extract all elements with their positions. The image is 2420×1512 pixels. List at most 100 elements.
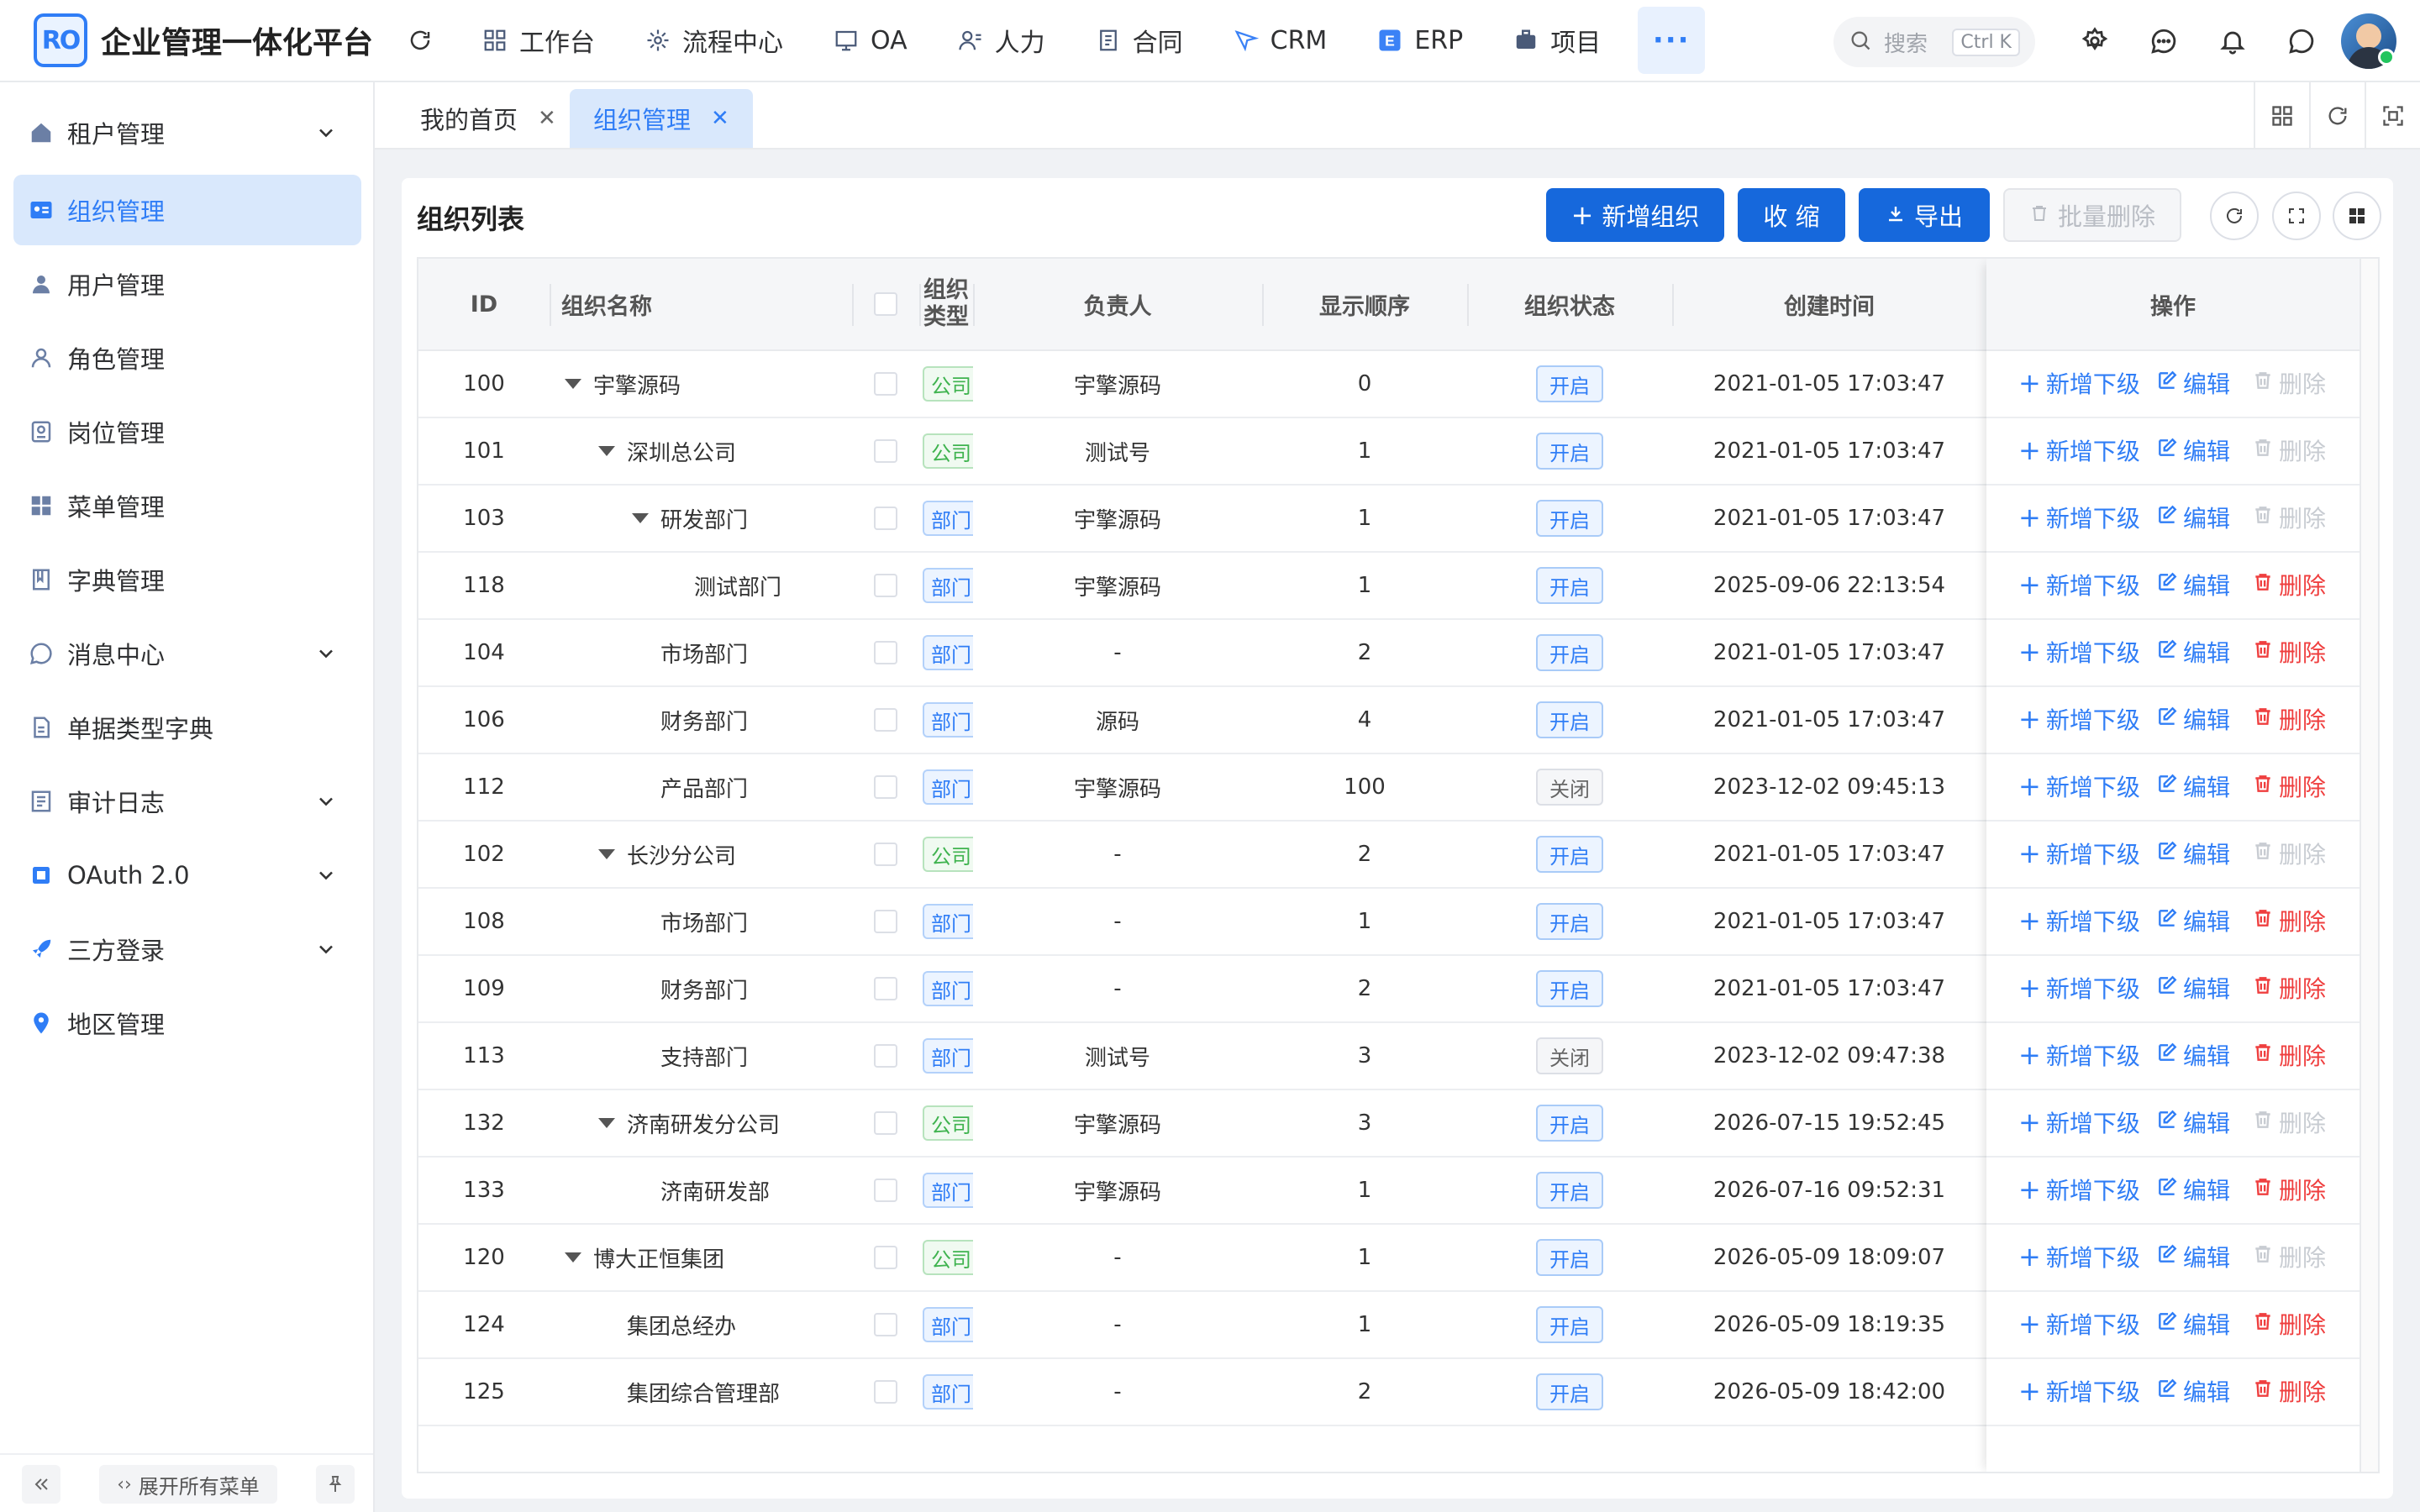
edit-button[interactable]: 编辑 xyxy=(2156,1038,2230,1072)
delete-button[interactable]: 删除 xyxy=(2252,433,2326,467)
delete-button[interactable]: 删除 xyxy=(2252,769,2326,803)
reload-icon[interactable] xyxy=(2309,82,2365,150)
sidebar-item-document-type[interactable]: 单据类型字典 xyxy=(13,692,361,763)
topnav-item-workflow[interactable]: 流程中心 xyxy=(620,7,808,74)
tree-expand-arrow-icon[interactable] xyxy=(632,513,649,523)
table-row[interactable]: 109 财务部门 部门 - 2 开启 2021-01-05 17:03:47 + 新增下级 编辑 删… xyxy=(418,956,2378,1023)
add-child-button[interactable]: + 新增下级 xyxy=(2018,1240,2140,1273)
sidebar-item-tenant[interactable]: 租户管理 xyxy=(13,97,361,168)
delete-button[interactable]: 删除 xyxy=(2252,904,2326,937)
edit-button[interactable]: 编辑 xyxy=(2156,635,2230,669)
table-row[interactable]: 132 济南研发分公司 公司 宇擎源码 3 开启 2026-07-15 19:52:45 + 新… xyxy=(418,1090,2378,1158)
more-apps-button[interactable]: ··· xyxy=(1638,7,1706,74)
table-row[interactable]: 103 研发部门 部门 宇擎源码 1 开启 2021-01-05 17:03:47 + 新增下级… xyxy=(418,486,2378,553)
sidebar-item-audit-log[interactable]: 审计日志 xyxy=(13,766,361,837)
message-circle-icon[interactable] xyxy=(2281,20,2323,62)
edit-button[interactable]: 编辑 xyxy=(2156,366,2230,400)
row-checkbox[interactable] xyxy=(852,822,919,887)
add-child-button[interactable]: + 新增下级 xyxy=(2018,501,2140,534)
edit-button[interactable]: 编辑 xyxy=(2156,568,2230,601)
col-id[interactable]: ID xyxy=(418,259,550,349)
delete-button[interactable]: 删除 xyxy=(2252,702,2326,736)
add-child-button[interactable]: + 新增下级 xyxy=(2018,1105,2140,1139)
add-child-button[interactable]: + 新增下级 xyxy=(2018,971,2140,1005)
edit-button[interactable]: 编辑 xyxy=(2156,1105,2230,1139)
add-child-button[interactable]: + 新增下级 xyxy=(2018,1307,2140,1341)
delete-button[interactable]: 删除 xyxy=(2252,366,2326,400)
topnav-item-dashboard[interactable]: 工作台 xyxy=(457,7,620,74)
delete-button[interactable]: 删除 xyxy=(2252,1173,2326,1206)
row-checkbox[interactable] xyxy=(852,486,919,551)
sidebar-item-location-pin[interactable]: 地区管理 xyxy=(13,988,361,1058)
add-child-button[interactable]: + 新增下级 xyxy=(2018,635,2140,669)
sidebar-item-message[interactable]: 消息中心 xyxy=(13,618,361,689)
table-row[interactable]: 118 测试部门 部门 宇擎源码 1 开启 2025-09-06 22:13:54 + 新增下级… xyxy=(418,553,2378,620)
grid-view-icon[interactable] xyxy=(2254,82,2309,150)
topnav-item-project[interactable]: 项目 xyxy=(1488,7,1626,74)
delete-button[interactable]: 删除 xyxy=(2252,1307,2326,1341)
tree-expand-arrow-icon[interactable] xyxy=(598,446,615,456)
row-checkbox[interactable] xyxy=(852,418,919,484)
sidebar-item-role[interactable]: 角色管理 xyxy=(13,323,361,393)
row-checkbox[interactable] xyxy=(852,1023,919,1089)
export-button[interactable]: 导出 xyxy=(1859,188,1990,242)
add-child-button[interactable]: + 新增下级 xyxy=(2018,1173,2140,1206)
edit-button[interactable]: 编辑 xyxy=(2156,1240,2230,1273)
row-checkbox[interactable] xyxy=(852,754,919,820)
topnav-item-crm[interactable]: CRM xyxy=(1208,7,1353,74)
fullscreen-icon[interactable] xyxy=(2365,82,2420,150)
row-checkbox[interactable] xyxy=(852,889,919,954)
row-checkbox[interactable] xyxy=(852,1158,919,1223)
close-icon[interactable]: ✕ xyxy=(711,106,729,131)
close-icon[interactable]: ✕ xyxy=(538,106,556,131)
table-row[interactable]: 120 博大正恒集团 公司 - 1 开启 2026-05-09 18:09:07 + 新增下级 编… xyxy=(418,1225,2378,1292)
delete-button[interactable]: 删除 xyxy=(2252,1374,2326,1408)
table-refresh-icon[interactable] xyxy=(2210,192,2259,240)
app-logo[interactable]: RO xyxy=(34,13,87,67)
topnav-item-erp[interactable]: E ERP xyxy=(1352,7,1488,74)
tab-home[interactable]: 我的首页 ✕ xyxy=(397,89,580,148)
refresh-icon[interactable] xyxy=(403,24,437,57)
sidebar-item-user[interactable]: 用户管理 xyxy=(13,249,361,319)
add-child-button[interactable]: + 新增下级 xyxy=(2018,702,2140,736)
table-scrollbar[interactable] xyxy=(2360,259,2378,1472)
col-leader[interactable]: 负责人 xyxy=(973,259,1262,349)
add-child-button[interactable]: + 新增下级 xyxy=(2018,1374,2140,1408)
table-row[interactable]: 113 支持部门 部门 测试号 3 关闭 2023-12-02 09:47:38 + 新增下级 编… xyxy=(418,1023,2378,1090)
table-row[interactable]: 112 产品部门 部门 宇擎源码 100 关闭 2023-12-02 09:45:13 + 新增… xyxy=(418,754,2378,822)
col-order[interactable]: 显示顺序 xyxy=(1262,259,1467,349)
topnav-item-oa[interactable]: OA xyxy=(808,7,933,74)
add-org-button[interactable]: + 新增组织 xyxy=(1546,188,1724,242)
select-all-checkbox[interactable] xyxy=(852,259,919,349)
pin-icon[interactable] xyxy=(316,1465,355,1504)
tab-org-management[interactable]: 组织管理 ✕ xyxy=(570,89,753,148)
edit-button[interactable]: 编辑 xyxy=(2156,837,2230,870)
column-settings-icon[interactable] xyxy=(2333,192,2381,240)
add-child-button[interactable]: + 新增下级 xyxy=(2018,769,2140,803)
delete-button[interactable]: 删除 xyxy=(2252,1105,2326,1139)
chat-bubble-icon[interactable] xyxy=(2143,20,2185,62)
collapse-sidebar-button[interactable] xyxy=(22,1465,60,1504)
edit-button[interactable]: 编辑 xyxy=(2156,1374,2230,1408)
add-child-button[interactable]: + 新增下级 xyxy=(2018,366,2140,400)
add-child-button[interactable]: + 新增下级 xyxy=(2018,904,2140,937)
edit-button[interactable]: 编辑 xyxy=(2156,433,2230,467)
sidebar-item-dictionary[interactable]: 字典管理 xyxy=(13,544,361,615)
sidebar-item-menu-grid[interactable]: 菜单管理 xyxy=(13,470,361,541)
table-row[interactable]: 133 济南研发部 部门 宇擎源码 1 开启 2026-07-16 09:52:31 + 新增下… xyxy=(418,1158,2378,1225)
row-checkbox[interactable] xyxy=(852,553,919,618)
delete-button[interactable]: 删除 xyxy=(2252,568,2326,601)
table-row[interactable]: 100 宇擎源码 公司 宇擎源码 0 开启 2021-01-05 17:03:47 + 新增下级… xyxy=(418,351,2378,418)
table-row[interactable]: 106 财务部门 部门 源码 4 开启 2021-01-05 17:03:47 + 新增下级 编辑… xyxy=(418,687,2378,754)
edit-button[interactable]: 编辑 xyxy=(2156,1307,2230,1341)
col-status[interactable]: 组织状态 xyxy=(1467,259,1672,349)
add-child-button[interactable]: + 新增下级 xyxy=(2018,568,2140,601)
tree-expand-arrow-icon[interactable] xyxy=(565,1252,581,1263)
delete-button[interactable]: 删除 xyxy=(2252,1038,2326,1072)
edit-button[interactable]: 编辑 xyxy=(2156,769,2230,803)
add-child-button[interactable]: + 新增下级 xyxy=(2018,837,2140,870)
add-child-button[interactable]: + 新增下级 xyxy=(2018,433,2140,467)
tree-expand-arrow-icon[interactable] xyxy=(598,1118,615,1128)
sidebar-item-rocket[interactable]: 三方登录 xyxy=(13,914,361,984)
delete-button[interactable]: 删除 xyxy=(2252,971,2326,1005)
